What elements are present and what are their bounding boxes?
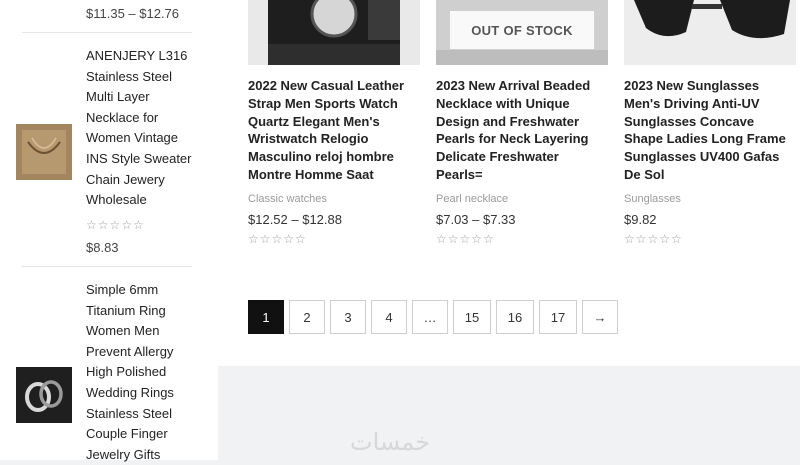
- out-of-stock-badge: OUT OF STOCK: [450, 11, 594, 49]
- page-button-4[interactable]: 4: [371, 300, 407, 334]
- page-button-15[interactable]: 15: [453, 300, 491, 334]
- rings-thumbnail[interactable]: [16, 367, 72, 423]
- divider: [22, 32, 192, 33]
- next-page-arrow-icon[interactable]: →: [582, 300, 618, 334]
- page-button-16[interactable]: 16: [496, 300, 534, 334]
- product-category[interactable]: Classic watches: [248, 193, 327, 205]
- page-button-17[interactable]: 17: [539, 300, 577, 334]
- product-grid: 2022 New Casual Leather Strap Men Sports…: [218, 0, 800, 366]
- product-title[interactable]: 2023 New Arrival Beaded Necklace with Un…: [436, 77, 608, 184]
- sidebar-product-list: $11.35 – $12.76 ANENJERY L316 Stainless …: [0, 0, 218, 462]
- sidebar-product-title[interactable]: ANENJERY L316 Stainless Steel Multi Laye…: [86, 46, 202, 211]
- sidebar-product-title[interactable]: Simple 6mm Titanium Ring Women Men Preve…: [86, 280, 202, 465]
- necklace-thumbnail[interactable]: [16, 124, 72, 180]
- product-price: $7.03 – $7.33: [436, 212, 516, 227]
- watermark-logo: خمسات: [350, 428, 431, 456]
- sidebar-item-price: $8.83: [86, 240, 119, 255]
- product-title[interactable]: 2023 New Sunglasses Men's Driving Anti-U…: [624, 77, 796, 184]
- page-ellipsis: …: [412, 300, 448, 334]
- page-button-1[interactable]: 1: [248, 300, 284, 334]
- product-price: $12.52 – $12.88: [248, 212, 342, 227]
- watch-image[interactable]: [248, 0, 420, 65]
- sidebar-item-price: $11.35 – $12.76: [86, 6, 180, 21]
- sunglasses-image[interactable]: [624, 0, 796, 65]
- product-category[interactable]: Pearl necklace: [436, 193, 508, 205]
- product-category[interactable]: Sunglasses: [624, 193, 681, 205]
- rating-stars: ☆☆☆☆☆: [248, 232, 307, 246]
- rating-stars: ☆☆☆☆☆: [436, 232, 495, 246]
- necklace-image[interactable]: OUT OF STOCK: [436, 0, 608, 65]
- product-title[interactable]: 2022 New Casual Leather Strap Men Sports…: [248, 77, 420, 184]
- page-button-3[interactable]: 3: [330, 300, 366, 334]
- divider: [22, 266, 192, 267]
- product-price: $9.82: [624, 212, 657, 227]
- rating-stars: ☆☆☆☆☆: [624, 232, 683, 246]
- rating-stars: ☆☆☆☆☆: [86, 218, 145, 232]
- page-button-2[interactable]: 2: [289, 300, 325, 334]
